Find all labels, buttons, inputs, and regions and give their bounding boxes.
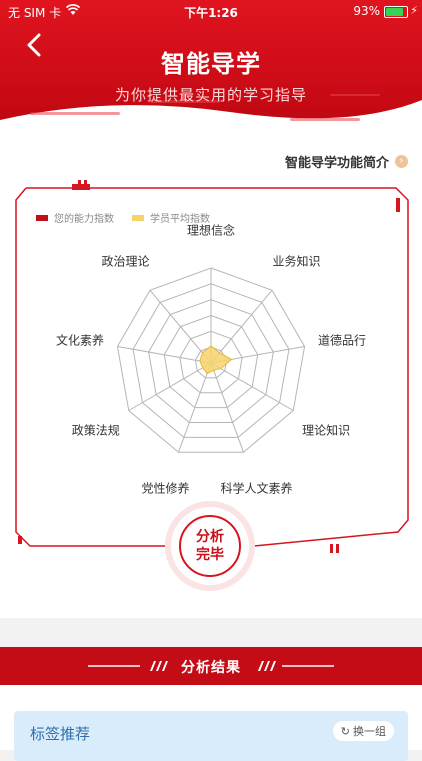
radar-axis [128, 362, 212, 411]
radar-axis [149, 289, 212, 364]
radar-axis [210, 289, 273, 364]
radar-chart [116, 267, 306, 453]
radar-dimension-label: 道德品行 [317, 333, 366, 348]
swap-group-label: 换一组 [353, 725, 386, 738]
swap-group-button[interactable]: ↻ 换一组 [332, 721, 394, 741]
analysis-complete-button[interactable]: 分析 完毕 [171, 507, 249, 585]
radar-dimension-label: 科学人文素养 [220, 481, 293, 496]
refresh-icon: ↻ [340, 724, 350, 738]
result-title: 分析结果 [181, 660, 241, 676]
radar-dimension-label: 党性修养 [141, 481, 190, 496]
radar-dimension-label: 业务知识 [272, 254, 321, 269]
radar-dimension-label: 理想信念 [186, 223, 236, 238]
average-index-area [199, 345, 233, 375]
tag-recommend-title: 标签推荐 [30, 725, 91, 743]
tag-recommend-card: 标签推荐 ↻ 换一组 [14, 711, 408, 761]
done-line-1: 分析 [196, 529, 224, 545]
radar-dimension-label: 文化素养 [56, 333, 105, 348]
radar-dimension-label: 政治理论 [101, 254, 150, 269]
result-banner: 分析结果 [0, 647, 422, 685]
analysis-complete-inner: 分析 完毕 [179, 515, 241, 577]
radar-dimension-label: 理论知识 [302, 423, 351, 437]
radar-dimension-label: 政策法规 [71, 423, 120, 437]
done-line-2: 完毕 [196, 547, 224, 563]
radar-axis [117, 346, 212, 364]
radar-axis [210, 362, 294, 411]
